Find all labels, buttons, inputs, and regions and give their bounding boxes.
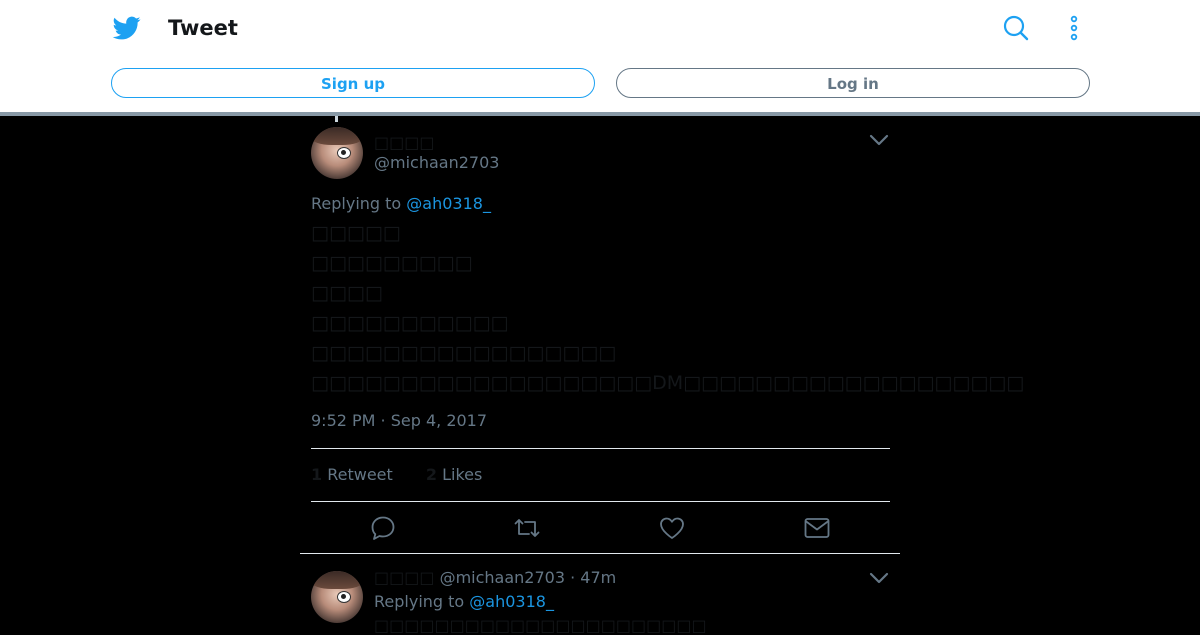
twitter-bird-icon[interactable] <box>112 14 142 42</box>
replying-to-link[interactable]: @ah0318_ <box>406 194 491 213</box>
page-title: Tweet <box>168 16 238 40</box>
like-label: Likes <box>442 465 483 484</box>
replying-prefix: Replying to <box>374 592 465 611</box>
chevron-down-icon[interactable] <box>868 133 890 147</box>
top-header: Tweet Sign up Log in <box>0 0 1200 116</box>
display-name[interactable]: □□□□ <box>374 133 434 152</box>
tweet-separator <box>300 553 900 554</box>
reply-handle-time[interactable]: @michaan2703 · 47m <box>440 568 617 587</box>
log-in-button[interactable]: Log in <box>616 68 1090 98</box>
reply-icon[interactable] <box>369 514 397 542</box>
tweet-text-line: □□□□□□□□□ <box>311 252 473 274</box>
retweet-count: 1 <box>311 465 323 484</box>
envelope-icon[interactable] <box>803 514 831 542</box>
reply-avatar[interactable] <box>311 571 363 623</box>
tweet-text-line: □□□□□ <box>311 222 401 244</box>
avatar[interactable] <box>311 127 363 179</box>
reply-replying-to: Replying to @ah0318_ <box>374 592 554 611</box>
thread-connector <box>335 116 338 122</box>
tweet-text-line: □□□□□□□□□□□□□□□□□□□DM□□□□□□□□□□□□□□□□□□□ <box>311 372 1025 394</box>
heart-icon[interactable] <box>658 514 686 542</box>
reply-header[interactable]: □□□□ @michaan2703 · 47m <box>374 568 616 587</box>
retweet-stat[interactable]: 1 Retweet <box>311 465 393 484</box>
tweet-timestamp[interactable]: 9:52 PM · Sep 4, 2017 <box>311 411 487 430</box>
divider <box>311 501 890 502</box>
divider <box>311 448 890 449</box>
like-stat[interactable]: 2 Likes <box>426 465 482 484</box>
retweet-label: Retweet <box>327 465 393 484</box>
sign-up-button[interactable]: Sign up <box>111 68 595 98</box>
chevron-down-icon[interactable] <box>868 571 890 585</box>
replying-prefix: Replying to <box>311 194 402 213</box>
tweet-stats: 1 Retweet 2 Likes <box>311 465 510 484</box>
user-handle[interactable]: @michaan2703 <box>374 153 499 172</box>
reply-display-name[interactable]: □□□□ <box>374 568 434 587</box>
tweet-text-line: □□□□ <box>311 282 383 304</box>
reply-text: □□□□□□□□□□□□□□□□□□□□□□ <box>374 616 707 635</box>
search-icon[interactable] <box>1002 14 1030 42</box>
tweet-text-line: □□□□□□□□□□□□□□□□□ <box>311 342 617 364</box>
like-count: 2 <box>425 465 438 484</box>
replying-to-link[interactable]: @ah0318_ <box>469 592 554 611</box>
more-vertical-icon[interactable] <box>1060 14 1088 42</box>
retweet-icon[interactable] <box>513 514 541 542</box>
tweet-text-line: □□□□□□□□□□□ <box>311 312 509 334</box>
replying-to: Replying to @ah0318_ <box>311 194 491 213</box>
tweet-text: □□□□□ □□□□□□□□□ □□□□ □□□□□□□□□□□ □□□□□□□… <box>311 218 1025 398</box>
